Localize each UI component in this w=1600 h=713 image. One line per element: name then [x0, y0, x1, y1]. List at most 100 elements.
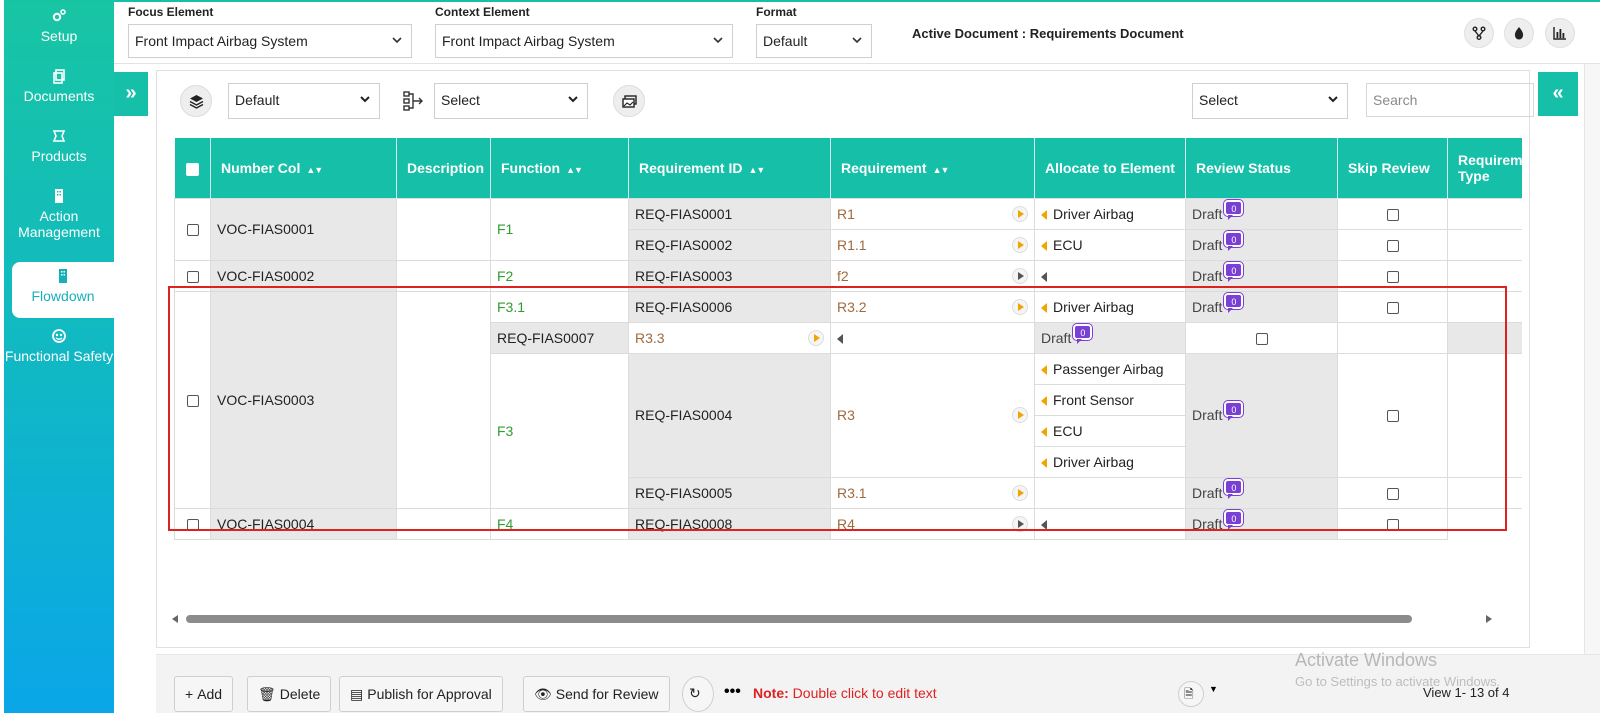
skip-review-checkbox[interactable] — [1386, 208, 1399, 221]
layers-button[interactable] — [180, 85, 212, 117]
allocate-cell[interactable] — [1034, 259, 1186, 292]
requirement-id-cell[interactable]: REQ-FIAS0004 — [628, 352, 831, 478]
requirement-cell[interactable]: R3.3 — [628, 321, 831, 354]
comment-badge[interactable]: 0 — [1224, 261, 1244, 282]
requirement-cell[interactable]: R3.2 — [830, 290, 1035, 323]
select-all-checkbox-cell[interactable] — [174, 138, 211, 198]
row-checkbox-cell[interactable] — [174, 197, 211, 261]
play-icon[interactable] — [1012, 484, 1028, 501]
play-icon[interactable] — [808, 329, 824, 346]
sidebar-item-products[interactable]: Products — [4, 128, 114, 164]
column-header-skip-review[interactable]: Skip Review — [1337, 138, 1448, 198]
caret-left-icon[interactable] — [1041, 209, 1047, 220]
function-cell[interactable]: F2 — [490, 259, 629, 292]
allocate-cell[interactable]: ECU — [1034, 228, 1186, 261]
requirement-cell[interactable]: R1.1 — [830, 228, 1035, 261]
caret-left-icon[interactable] — [1041, 426, 1047, 437]
skip-review-cell[interactable] — [1185, 321, 1338, 354]
skip-review-cell[interactable] — [1337, 290, 1448, 323]
skip-review-checkbox[interactable] — [1386, 270, 1399, 283]
review-status-cell[interactable]: Draft 0 — [1185, 476, 1338, 509]
function-cell[interactable]: F4 — [490, 507, 629, 540]
skip-review-cell[interactable] — [1337, 259, 1448, 292]
skip-review-checkbox[interactable] — [1255, 332, 1268, 345]
context-element-select[interactable]: Front Impact Airbag System — [435, 24, 733, 58]
caret-left-icon[interactable] — [1041, 395, 1047, 406]
column-header-allocate[interactable]: Allocate to Element — [1034, 138, 1186, 198]
focus-element-select[interactable]: Front Impact Airbag System — [128, 24, 412, 58]
scroll-left-icon[interactable] — [172, 615, 178, 623]
publish-button[interactable]: ▤ Publish for Approval — [339, 676, 503, 712]
row-checkbox[interactable] — [186, 270, 199, 283]
requirement-type-cell[interactable] — [1447, 259, 1522, 292]
skip-review-checkbox[interactable] — [1386, 487, 1399, 500]
skip-review-cell[interactable] — [1337, 197, 1448, 230]
skip-review-checkbox[interactable] — [1386, 301, 1399, 314]
column-header-requirement[interactable]: Requirement ▲▼ — [830, 138, 1035, 198]
sidebar-item-flowdown[interactable]: Flowdown — [12, 262, 114, 318]
requirement-cell[interactable]: R1 — [830, 197, 1035, 230]
caret-left-icon[interactable] — [1041, 364, 1047, 375]
drop-button[interactable] — [1504, 18, 1534, 48]
play-icon[interactable] — [1012, 298, 1028, 315]
requirement-id-cell[interactable]: REQ-FIAS0008 — [628, 507, 831, 540]
function-cell[interactable]: F3 — [490, 352, 629, 509]
requirement-id-cell[interactable]: REQ-FIAS0003 — [628, 259, 831, 292]
caret-left-icon[interactable] — [1041, 457, 1047, 468]
skip-review-cell[interactable] — [1337, 228, 1448, 261]
table-row[interactable]: VOC-FIAS0004 F4 REQ-FIAS0008 R4 Draft 0 — [174, 507, 1523, 540]
column-header-review-status[interactable]: Review Status — [1185, 138, 1338, 198]
export-button[interactable]: 🗎 — [1178, 681, 1204, 707]
caret-left-icon[interactable] — [1041, 302, 1047, 313]
requirement-id-cell[interactable]: REQ-FIAS0007 — [490, 321, 629, 354]
select-all-checkbox[interactable] — [185, 162, 199, 176]
column-header-description[interactable]: Description — [396, 138, 491, 198]
description-cell[interactable] — [396, 197, 491, 261]
row-checkbox[interactable] — [186, 224, 199, 237]
format-select[interactable]: Default — [756, 24, 872, 58]
row-checkbox-cell[interactable] — [174, 507, 211, 540]
row-checkbox-cell[interactable] — [174, 259, 211, 292]
review-status-cell[interactable]: Draft 0 — [1034, 321, 1186, 354]
hierarchy-button[interactable] — [403, 90, 425, 112]
row-checkbox-cell[interactable] — [174, 290, 211, 509]
skip-review-checkbox[interactable] — [1386, 518, 1399, 531]
caret-down-icon[interactable]: ▼ — [1209, 684, 1218, 694]
branch-button[interactable] — [1464, 18, 1494, 48]
function-cell[interactable]: F3.1 — [490, 290, 629, 323]
description-cell[interactable] — [396, 290, 491, 509]
allocate-cell[interactable]: Front Sensor — [1034, 383, 1186, 416]
allocate-cell[interactable]: Driver Airbag — [1034, 290, 1186, 323]
review-status-cell[interactable]: Draft 0 — [1185, 228, 1338, 261]
sidebar-item-setup[interactable]: Setup — [4, 8, 114, 44]
number-cell[interactable]: VOC-FIAS0004 — [210, 507, 397, 540]
caret-left-icon[interactable] — [1041, 240, 1047, 251]
filter-select[interactable]: Select — [1192, 83, 1348, 119]
skip-review-cell[interactable] — [1337, 352, 1448, 478]
requirement-cell[interactable]: R3.1 — [830, 476, 1035, 509]
requirement-id-cell[interactable]: REQ-FIAS0001 — [628, 197, 831, 230]
requirement-type-cell[interactable] — [1337, 321, 1448, 354]
skip-review-checkbox[interactable] — [1386, 410, 1399, 423]
requirement-type-cell[interactable] — [1447, 476, 1522, 509]
allocate-cell[interactable]: Passenger Airbag — [1034, 352, 1186, 385]
comment-badge[interactable]: 0 — [1224, 509, 1244, 530]
table-row[interactable]: VOC-FIAS0002 F2 REQ-FIAS0003 f2 Draft 0 — [174, 259, 1522, 292]
comment-badge[interactable]: 0 — [1073, 323, 1093, 344]
requirement-id-cell[interactable]: REQ-FIAS0006 — [628, 290, 831, 323]
sidebar-item-documents[interactable]: Documents — [4, 68, 114, 104]
scroll-right-icon[interactable] — [1486, 615, 1492, 623]
play-icon[interactable] — [1012, 236, 1028, 253]
column-header-requirement-type[interactable]: Requirement Type — [1447, 138, 1522, 198]
review-status-cell[interactable]: Draft 0 — [1185, 507, 1338, 540]
number-cell[interactable]: VOC-FIAS0001 — [210, 197, 397, 261]
comment-badge[interactable]: 0 — [1224, 292, 1244, 313]
play-icon[interactable] — [1012, 407, 1028, 423]
view-select[interactable]: Default — [228, 83, 380, 119]
requirement-cell[interactable]: R4 — [830, 507, 1035, 540]
caret-left-icon[interactable] — [837, 333, 843, 344]
skip-review-checkbox[interactable] — [1386, 239, 1399, 252]
play-icon[interactable] — [1012, 515, 1028, 532]
more-icon[interactable]: ••• — [724, 683, 741, 701]
review-status-cell[interactable]: Draft 0 — [1185, 290, 1338, 323]
